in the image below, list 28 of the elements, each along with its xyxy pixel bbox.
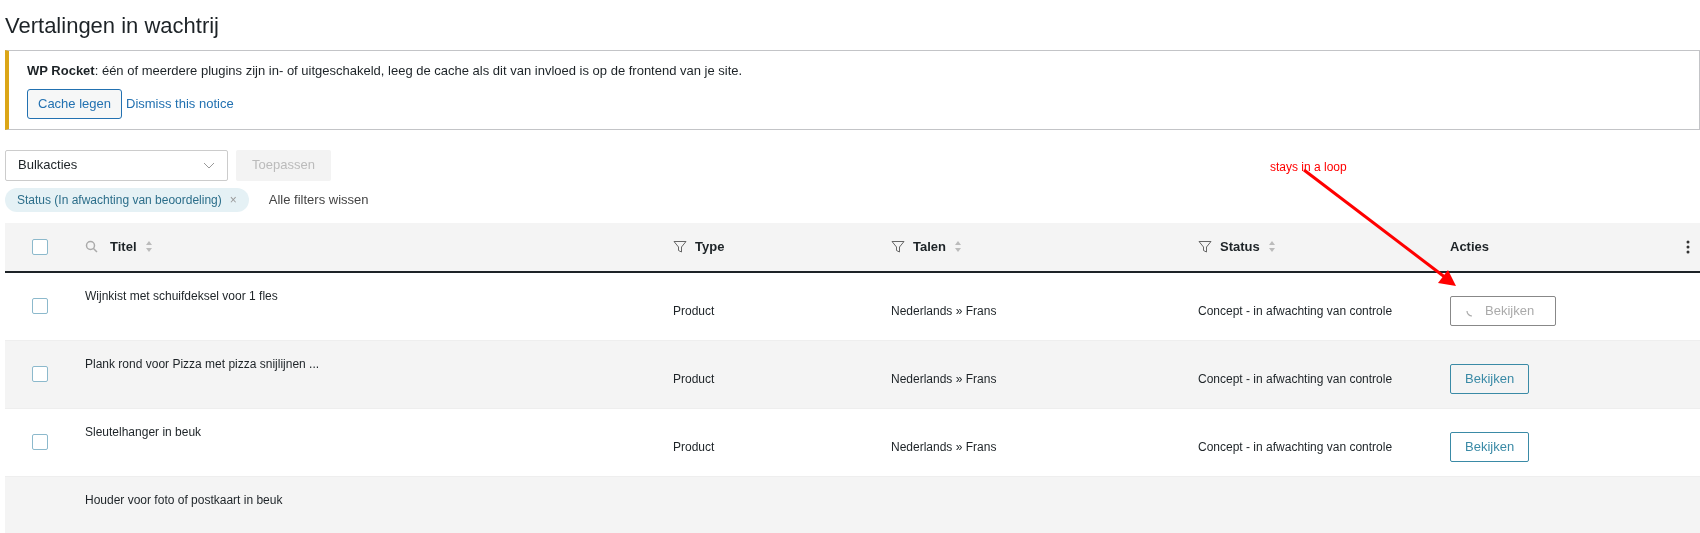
view-button[interactable]: Bekijken: [1450, 432, 1530, 462]
row-languages: Nederlands » Frans: [891, 304, 997, 318]
annotation-text: stays in a loop: [1270, 160, 1347, 174]
column-header: Acties: [1450, 237, 1490, 256]
row-title: Houder voor foto of postkaart in beuk: [85, 492, 283, 507]
notice-text: WP Rocket: één of meerdere plugins zijn in- of uitgeschakeld, leeg de cache als dit van invloed is op de frontend van je site.: [27, 62, 744, 80]
filter-chip[interactable]: Status (In afwachting van beoordeling) ×: [5, 187, 249, 212]
row-status: Concept - in afwachting van controle: [1198, 372, 1393, 386]
row-languages: Nederlands » Frans: [891, 440, 997, 454]
row-status: Concept - in afwachting van controle: [1198, 440, 1393, 454]
row-languages: Nederlands » Frans: [891, 372, 997, 386]
clear-filters-link[interactable]: Alle filters wissen: [268, 189, 369, 210]
bulk-select[interactable]: Bulkacties: [5, 149, 228, 181]
page-title: Vertalingen in wachtrij: [4, 12, 220, 40]
cache-button[interactable]: Cache legen: [27, 88, 122, 119]
row-type: Product: [673, 372, 715, 386]
row-title: Plank rond voor Pizza met pizza snijlijnen ...: [85, 356, 320, 371]
dismiss-link[interactable]: Dismiss this notice: [126, 93, 234, 114]
row-type: Product: [673, 440, 715, 454]
row-title: Sleutelhanger in beuk: [85, 424, 202, 439]
row-status: Concept - in afwachting van controle: [1198, 304, 1393, 318]
view-button[interactable]: Bekijken: [1450, 364, 1530, 394]
row-type: Product: [673, 304, 715, 318]
row-title: Wijnkist met schuifdeksel voor 1 fles: [85, 288, 278, 303]
column-header[interactable]: Status: [1220, 236, 1260, 257]
column-header: Type: [695, 237, 725, 256]
column-header[interactable]: Titel: [110, 236, 137, 257]
column-header[interactable]: Talen: [913, 236, 946, 257]
